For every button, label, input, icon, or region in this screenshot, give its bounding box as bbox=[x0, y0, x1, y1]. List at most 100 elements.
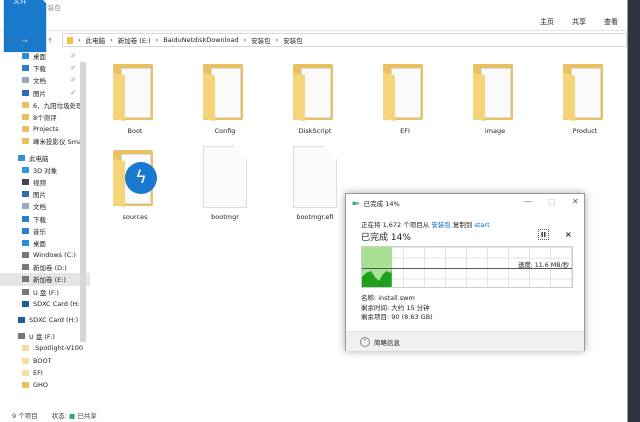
file-name: DiskScript bbox=[298, 127, 332, 135]
folder-icon bbox=[22, 114, 29, 121]
cancel-button[interactable]: × bbox=[565, 230, 572, 239]
sidebar-item[interactable]: 文档 bbox=[0, 200, 90, 212]
sidebar-item[interactable]: 此电脑 bbox=[0, 152, 90, 164]
folder-icon bbox=[113, 60, 157, 122]
sidebar-item[interactable]: 桌面 ✐ bbox=[0, 50, 90, 62]
sidebar-item[interactable]: 下载 bbox=[0, 212, 90, 224]
sidebar-item[interactable]: 新加卷 (D:) bbox=[0, 261, 90, 273]
sidebar-item-label: 8个测评 bbox=[33, 114, 57, 123]
copy-description: 正在将 1,672 个项目从 安装包 复制到 start bbox=[361, 221, 490, 229]
sidebar-item[interactable]: 图片 ✐ bbox=[0, 87, 90, 99]
folder-icon bbox=[22, 101, 29, 108]
sidebar-item[interactable]: 8个测评 bbox=[0, 111, 90, 123]
computer-icon bbox=[18, 154, 25, 161]
sidebar-item-label: 下载 bbox=[33, 65, 46, 74]
forward-icon[interactable]: → bbox=[22, 37, 28, 45]
usb-drive-icon bbox=[18, 333, 25, 340]
chevron-up-icon: ˄ bbox=[360, 336, 370, 347]
sidebar-item[interactable]: Projects bbox=[0, 123, 90, 135]
sidebar-item-label: BOOT bbox=[33, 356, 52, 365]
sidebar-item-label: U 盘 (F:) bbox=[33, 288, 59, 297]
document-icon bbox=[22, 203, 29, 210]
folder-item[interactable]: ϟ sources bbox=[100, 146, 170, 221]
sidebar-item[interactable]: 文档 ✐ bbox=[0, 74, 90, 86]
sidebar-item[interactable]: 视频 bbox=[0, 176, 90, 188]
breadcrumb-item[interactable]: 此电脑 bbox=[86, 35, 106, 45]
sidebar-item[interactable]: GHO bbox=[0, 379, 90, 391]
folder-icon bbox=[22, 126, 29, 133]
sidebar-item[interactable]: 峰米投影仪 Sma bbox=[0, 135, 90, 147]
file-icon bbox=[203, 146, 247, 208]
sidebar-item[interactable]: 桌面 bbox=[0, 237, 90, 249]
drive-icon bbox=[22, 264, 29, 271]
sidebar-item[interactable]: 图片 bbox=[0, 188, 90, 200]
back-icon[interactable]: ← bbox=[8, 37, 14, 45]
fewer-details-button[interactable]: ˄ 简略信息 bbox=[346, 331, 584, 351]
sidebar-item[interactable]: SDXC Card (H:) bbox=[0, 298, 90, 310]
sidebar-item-label: SDXC Card (H:) bbox=[29, 316, 79, 325]
items-remaining: 剩余项目: 90 (8.63 GB) bbox=[361, 313, 433, 321]
pin-icon: ✐ bbox=[70, 88, 76, 97]
breadcrumb-item[interactable]: BaiduNetdiskDownload bbox=[163, 36, 238, 44]
sidebar-item[interactable]: .Spotlight-V100 bbox=[0, 342, 90, 354]
sidebar-item-label: 下载 bbox=[33, 215, 46, 224]
document-icon bbox=[22, 77, 29, 84]
folder-item[interactable]: DiskScript bbox=[280, 60, 350, 135]
sidebar-item[interactable]: 6、九阳垃圾处理 bbox=[0, 99, 90, 111]
breadcrumb-item[interactable]: 新加卷 (E:) bbox=[118, 35, 151, 45]
copy-progress-dialog: ▪▸ 已完成 14% — □ ✕ 正在将 1,672 个项目从 安装包 复制到 … bbox=[345, 193, 585, 351]
folder-item[interactable]: image bbox=[460, 60, 530, 135]
sidebar-item-label: Windows (C:) bbox=[33, 251, 76, 260]
sidebar-item[interactable]: BOOT bbox=[0, 355, 90, 367]
folder-item[interactable]: Config bbox=[190, 60, 260, 135]
sidebar-item[interactable]: SDXC Card (H:) bbox=[0, 314, 90, 326]
sidebar-item[interactable]: U 盘 (F:) bbox=[0, 330, 90, 342]
address-bar[interactable]: › 此电脑 › 新加卷 (E:) › BaiduNetdiskDownload › 安… bbox=[62, 33, 627, 47]
pin-icon: ✐ bbox=[70, 52, 76, 61]
desktop-icon bbox=[22, 239, 29, 246]
minimize-button[interactable]: — bbox=[524, 197, 532, 206]
up-icon[interactable]: ↑ bbox=[47, 37, 53, 45]
recent-dropdown-icon[interactable]: ˅ bbox=[36, 37, 40, 45]
breadcrumb-item[interactable]: 安装包 bbox=[251, 35, 271, 45]
ribbon-tabs: 文件 主页 共享 查看 bbox=[0, 0, 627, 53]
sidebar-item[interactable]: 新加卷 (E:) bbox=[0, 273, 90, 286]
file-name: sources bbox=[122, 213, 148, 221]
address-row: ← → ˅ ↑ › 此电脑 › 新加卷 (E:) › BaiduNetdiskDow… bbox=[0, 33, 627, 48]
close-button[interactable]: ✕ bbox=[572, 197, 579, 206]
folder-icon bbox=[67, 36, 73, 44]
file-icon bbox=[293, 146, 337, 208]
shared-icon: ■ bbox=[68, 412, 76, 420]
sidebar-item-label: 图片 bbox=[33, 191, 46, 200]
file-name: 名称: install.swm bbox=[361, 294, 415, 302]
file-item[interactable]: bootmgr bbox=[190, 146, 260, 221]
file-name: EFI bbox=[400, 127, 410, 135]
sidebar-item-label: EFI bbox=[33, 368, 43, 377]
sidebar-item[interactable]: 3D 对象 bbox=[0, 164, 90, 176]
breadcrumb-item[interactable]: 安装包 bbox=[283, 35, 303, 45]
maximize-button[interactable]: □ bbox=[548, 197, 556, 206]
sidebar-item[interactable]: Windows (C:) bbox=[0, 249, 90, 261]
folder-item[interactable]: Boot bbox=[100, 60, 170, 135]
drive-icon bbox=[22, 252, 29, 259]
speed-graph: 速度: 11.6 MB/秒 bbox=[361, 246, 573, 288]
pictures-icon bbox=[22, 89, 29, 96]
tab-share[interactable]: 共享 bbox=[563, 13, 595, 31]
file-name: Config bbox=[214, 127, 236, 135]
folder-item[interactable]: EFI bbox=[370, 60, 440, 135]
sidebar-item[interactable]: 下载 ✐ bbox=[0, 62, 90, 74]
source-link[interactable]: 安装包 bbox=[431, 221, 451, 229]
file-item[interactable]: bootmgr.efi bbox=[280, 146, 350, 221]
3d-objects-icon bbox=[22, 166, 29, 173]
tab-view[interactable]: 查看 bbox=[595, 13, 627, 31]
folder-item[interactable]: Product bbox=[550, 60, 620, 135]
sidebar-item[interactable]: 音乐 bbox=[0, 225, 90, 237]
pause-button[interactable]: II bbox=[538, 229, 549, 240]
tab-home[interactable]: 主页 bbox=[531, 13, 563, 31]
usb-drive-icon bbox=[22, 288, 29, 295]
destination-link[interactable]: start bbox=[474, 221, 489, 229]
nav-scrollbar[interactable] bbox=[80, 62, 86, 342]
sd-card-icon bbox=[22, 300, 29, 307]
sidebar-item[interactable]: U 盘 (F:) bbox=[0, 286, 90, 298]
sidebar-item[interactable]: EFI bbox=[0, 367, 90, 379]
